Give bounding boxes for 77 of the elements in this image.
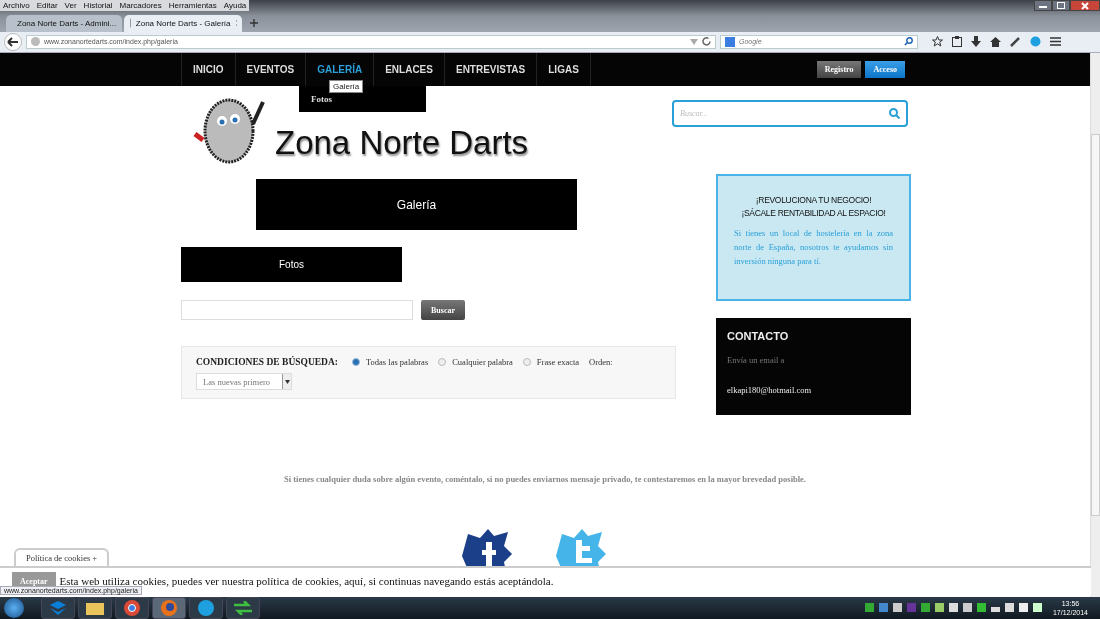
nav-button[interactable]: Registro (816, 61, 862, 78)
browser-tab[interactable]: Zona Norte Darts - Galería (124, 14, 242, 32)
home-icon[interactable] (990, 36, 1001, 47)
browser-icon (161, 600, 177, 616)
minimize-button[interactable] (1034, 0, 1052, 11)
search-icon[interactable] (889, 108, 900, 119)
clipboard-icon[interactable] (952, 36, 962, 48)
menu-item[interactable]: Historial (83, 0, 113, 11)
taskbar-button[interactable] (41, 597, 75, 619)
menu-item[interactable]: Herramientas (168, 0, 217, 11)
scrollbar[interactable] (1090, 53, 1100, 597)
back-arrow-icon (7, 36, 19, 47)
chat-icon (198, 600, 214, 616)
cookie-policy-tab[interactable]: Política de cookies + (14, 548, 110, 566)
search-engine-icon[interactable] (725, 36, 735, 47)
order-select[interactable]: Las nuevas primero (196, 373, 292, 390)
caret-icon (284, 379, 290, 384)
taskbar-button[interactable] (78, 597, 112, 619)
category-banner[interactable]: Fotos (181, 247, 402, 282)
pen-icon[interactable] (1010, 36, 1021, 48)
radio-button[interactable] (438, 358, 447, 366)
search-icon[interactable] (904, 37, 913, 47)
radio-label: Todas las palabras (366, 357, 429, 367)
back-button[interactable] (4, 32, 22, 51)
menu-item[interactable]: Archivo (3, 0, 30, 11)
menu-icon[interactable] (1050, 37, 1061, 47)
promo-title: ¡REVOLUCIONA TU NEGOCIO! (754, 194, 873, 207)
nav-link[interactable]: LIGAS (537, 53, 591, 86)
promo-title: ¡SÁCALE RENTABILIDAD AL ESPACIO! (740, 207, 887, 220)
page-title: Galería (396, 197, 437, 212)
radio-button[interactable] (522, 358, 531, 366)
menu-item[interactable]: Editar (36, 0, 58, 11)
nav-link[interactable]: INICIO (182, 53, 236, 86)
search-button[interactable]: Buscar (421, 300, 465, 320)
browser-icon (124, 600, 140, 616)
search-placeholder: Buscar... (680, 109, 708, 118)
nav-link[interactable]: ENTREVISTAS (444, 53, 538, 86)
taskbar-button[interactable] (152, 597, 186, 619)
taskbar-button[interactable] (189, 597, 223, 619)
close-button[interactable] (1070, 0, 1100, 11)
promo-text: Si tienes un local de hostelería en la zona norte de España, nosotros te ayudamos sin inversión ninguna para tí. (734, 227, 893, 268)
footer-note: Si tienes cualquier duda sobre algún evento, coméntalo, si no puedes enviarnos mensaje privado, te contestaremos en la mayor brevedad posible. (283, 474, 807, 484)
cookie-notice: Esta web utiliza cookies, puedes ver nuestra política de cookies, aquí, si continuas navegando estás aceptándola. (59, 575, 554, 587)
contact-text: Envía un email a (727, 355, 786, 365)
order-label: Orden: (589, 357, 613, 367)
start-button[interactable] (4, 598, 24, 618)
download-icon[interactable] (971, 36, 981, 48)
maximize-button[interactable] (1052, 0, 1070, 11)
globe-icon (31, 37, 40, 47)
taskbar-button[interactable] (115, 597, 149, 619)
browser-tab[interactable]: Zona Norte Darts - Admini... (6, 14, 122, 32)
menu-item[interactable]: Ayuda (223, 0, 247, 11)
tab-title: Zona Norte Darts - Admini... (17, 18, 117, 28)
contact-email: elkapi180@hotmail.com (727, 385, 813, 395)
box-icon (50, 601, 66, 615)
close-icon (1081, 1, 1089, 10)
conditions-label: CONDICIONES DE BÚSQUEDA: (196, 357, 338, 367)
search-input[interactable] (181, 300, 413, 320)
tooltip: Galería (329, 80, 364, 93)
maximize-icon (1057, 2, 1065, 9)
logo-text: Zona Norte Darts (275, 124, 529, 162)
reload-icon[interactable] (702, 37, 711, 47)
radio-button[interactable] (352, 358, 360, 366)
new-tab-icon[interactable] (250, 18, 258, 27)
taskbar-button[interactable] (226, 597, 260, 619)
nav-button[interactable]: Acceso (865, 61, 905, 78)
arrows-icon (234, 601, 252, 615)
folder-icon (86, 601, 104, 615)
contact-heading: CONTACTO (727, 330, 790, 342)
tab-title: Zona Norte Darts - Galería (135, 18, 231, 28)
category-title: Fotos (279, 259, 304, 270)
radio-label: Frase exacta (536, 357, 580, 367)
menu-item[interactable]: Ver (64, 0, 77, 11)
radio-label: Cualquier palabra (452, 357, 513, 367)
star-icon[interactable] (932, 36, 943, 48)
menu-item[interactable]: Marcadores (119, 0, 162, 11)
dropdown-item[interactable]: Fotos (311, 94, 332, 104)
